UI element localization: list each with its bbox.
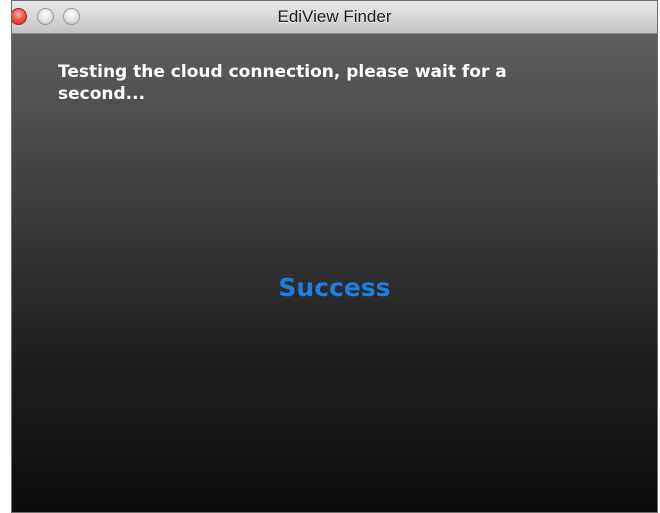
screen: EdiView Finder Testing the cloud connect… (0, 0, 660, 513)
status-message: Testing the cloud connection, please wai… (58, 62, 507, 104)
result-label: Success (278, 273, 391, 302)
window-title: EdiView Finder (277, 7, 392, 26)
content-area: Testing the cloud connection, please wai… (12, 34, 657, 512)
app-window: EdiView Finder Testing the cloud connect… (11, 0, 658, 513)
title-bar[interactable]: EdiView Finder (12, 1, 657, 34)
